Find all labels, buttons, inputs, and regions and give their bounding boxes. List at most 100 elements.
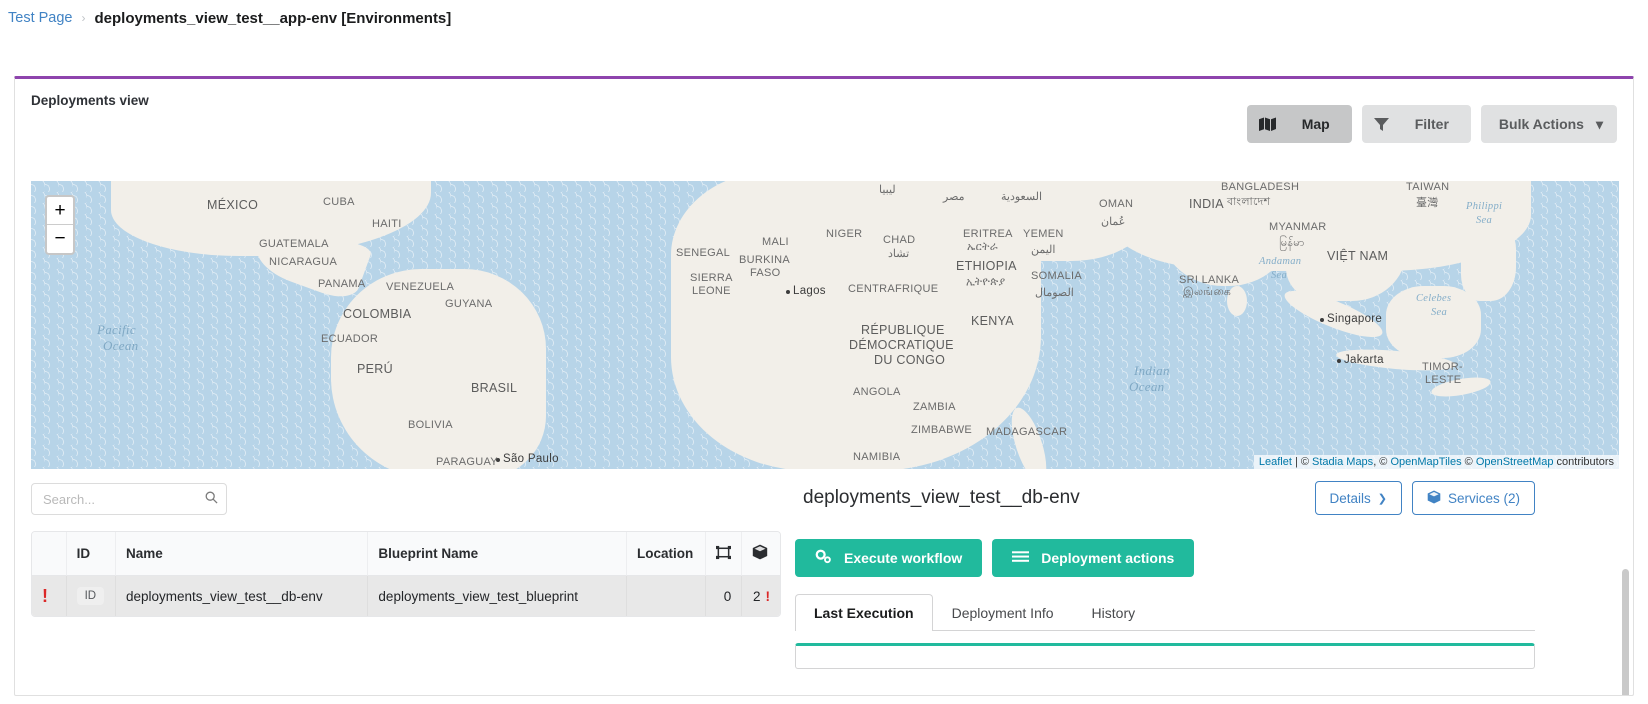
tab-panel-content	[795, 643, 1535, 669]
execute-workflow-label: Execute workflow	[844, 550, 963, 566]
city-marker-dot	[1320, 318, 1324, 322]
row-name-cell[interactable]: deployments_view_test__db-env	[115, 576, 369, 616]
filter-button-group: Filter	[1361, 105, 1471, 143]
row-alert-flag: !	[32, 576, 67, 616]
filter-button[interactable]: Filter	[1400, 105, 1471, 143]
map-label: Indian	[1134, 363, 1170, 378]
th-name[interactable]: Name	[115, 532, 369, 576]
execute-workflow-button[interactable]: Execute workflow	[795, 539, 983, 577]
row-nodes-value: 2	[752, 588, 761, 604]
map-attribution: Leaflet | © Stadia Maps, © OpenMapTiles …	[1253, 455, 1619, 469]
map-label: KENYA	[971, 314, 1014, 328]
map-label: NAMIBIA	[853, 451, 901, 463]
nodes-alert-icon: !	[765, 588, 771, 604]
map-label: SRI LANKA	[1179, 274, 1240, 286]
map-icon-button[interactable]	[1246, 105, 1288, 143]
gears-icon	[815, 549, 832, 567]
row-blueprint-cell[interactable]: deployments_view_test_blueprint	[368, 576, 627, 616]
detail-action-buttons: Execute workflow Deployment actions	[795, 539, 1535, 577]
alert-icon: !	[42, 586, 48, 606]
map-label: COLOMBIA	[343, 307, 412, 321]
map-label: MYANMAR	[1269, 221, 1327, 233]
row-sites-cell: 0	[705, 576, 743, 616]
city-label: Jakarta	[1344, 354, 1384, 366]
attr-sep-1: | ©	[1291, 456, 1313, 468]
services-button[interactable]: Services (2)	[1411, 481, 1535, 515]
openstreetmap-link[interactable]: OpenStreetMap	[1476, 456, 1554, 468]
breadcrumb-root-link[interactable]: Test Page	[8, 10, 73, 26]
filter-icon-button[interactable]	[1361, 105, 1401, 143]
map-label: السعودية	[1001, 191, 1043, 203]
detail-header-buttons: Details ❯ Services (2)	[1314, 481, 1535, 515]
map-button[interactable]: Map	[1287, 105, 1352, 143]
map-label: BURKINA	[739, 254, 790, 266]
city-marker-dot	[786, 290, 790, 294]
breadcrumb-current: deployments_view_test__app-env [Environm…	[94, 9, 452, 27]
map-label: BANGLADESH	[1221, 181, 1300, 193]
th-blueprint-name[interactable]: Blueprint Name	[368, 532, 627, 576]
tab-history[interactable]: History	[1073, 594, 1155, 631]
map-label: OMAN	[1099, 198, 1134, 210]
map-label: ERITREA	[963, 228, 1013, 240]
map-label: Pacific	[97, 322, 136, 337]
map-label: MÉXICO	[207, 198, 259, 212]
map-label: GUATEMALA	[259, 238, 329, 250]
map-label: LESTE	[1425, 374, 1462, 386]
th-flag	[32, 532, 67, 576]
row-nodes-cell: 2!	[742, 576, 780, 616]
map-label: VENEZUELA	[386, 281, 455, 293]
map-label: اليمن	[1031, 244, 1056, 256]
map-label: RÉPUBLIQUE	[861, 323, 945, 337]
th-sites[interactable]	[705, 532, 743, 576]
tab-last-execution[interactable]: Last Execution	[795, 594, 933, 631]
map-label: Andaman	[1259, 256, 1302, 267]
map-zoom-controls: + −	[45, 195, 75, 255]
deployments-view-widget: Deployments view Map Filter Bulk Actions…	[14, 76, 1634, 696]
row-id-cell: ID	[66, 576, 116, 616]
search-box	[31, 483, 227, 515]
deployments-map[interactable]: + − Leaflet | © Stadia Maps, © OpenMapTi…	[31, 181, 1619, 469]
map-label: DÉMOCRATIQUE	[849, 338, 954, 352]
map-label: BOLIVIA	[408, 419, 453, 431]
th-location[interactable]: Location	[626, 532, 706, 576]
map-label: عُمان	[1101, 216, 1126, 228]
bulk-actions-button[interactable]: Bulk Actions ▾	[1480, 105, 1617, 143]
vertical-scrollbar[interactable]	[1622, 569, 1629, 695]
map-label: မြန်မာ	[1279, 237, 1305, 249]
zoom-out-button[interactable]: −	[47, 225, 73, 253]
services-label: Services (2)	[1447, 490, 1520, 506]
th-id[interactable]: ID	[66, 532, 116, 576]
table-header-row: ID Name Blueprint Name Location	[32, 532, 780, 576]
search-input[interactable]	[31, 483, 227, 515]
map-label: PARAGUAY	[436, 456, 498, 468]
map-label: Sea	[1271, 270, 1288, 281]
map-label: GUYANA	[445, 298, 493, 310]
map-label: ኤርትራ	[967, 241, 998, 253]
map-label: Celebes	[1416, 293, 1452, 304]
map-label: YEMEN	[1023, 228, 1064, 240]
map-label: FASO	[750, 267, 781, 279]
map-label: NICARAGUA	[269, 256, 338, 268]
deployment-actions-button[interactable]: Deployment actions	[992, 539, 1195, 577]
city-marker-dot	[496, 458, 500, 462]
city-label: São Paulo	[503, 453, 559, 465]
map-label: 臺灣	[1416, 197, 1439, 209]
th-nodes[interactable]	[742, 532, 780, 576]
map-label: Ocean	[1129, 379, 1165, 394]
map-label: الصومال	[1035, 287, 1074, 299]
id-badge[interactable]: ID	[76, 587, 105, 605]
detail-tabs: Last Execution Deployment Info History	[795, 591, 1535, 631]
landmass-philippines	[1461, 226, 1516, 301]
zoom-in-button[interactable]: +	[47, 197, 73, 225]
widget-toolbar: Map Filter Bulk Actions ▾	[1237, 105, 1617, 143]
stadia-link[interactable]: Stadia Maps	[1312, 456, 1373, 468]
tab-deployment-info[interactable]: Deployment Info	[933, 594, 1073, 631]
city-label: Singapore	[1327, 313, 1383, 325]
details-button[interactable]: Details ❯	[1314, 481, 1402, 515]
leaflet-link[interactable]: Leaflet	[1259, 456, 1292, 468]
cube-icon	[1427, 490, 1441, 507]
table-row[interactable]: ! ID deployments_view_test__db-env deplo…	[32, 576, 780, 616]
openmaptiles-link[interactable]: OpenMapTiles	[1390, 456, 1461, 468]
map-label: MADAGASCAR	[986, 426, 1068, 438]
hamburger-icon	[1012, 550, 1030, 566]
